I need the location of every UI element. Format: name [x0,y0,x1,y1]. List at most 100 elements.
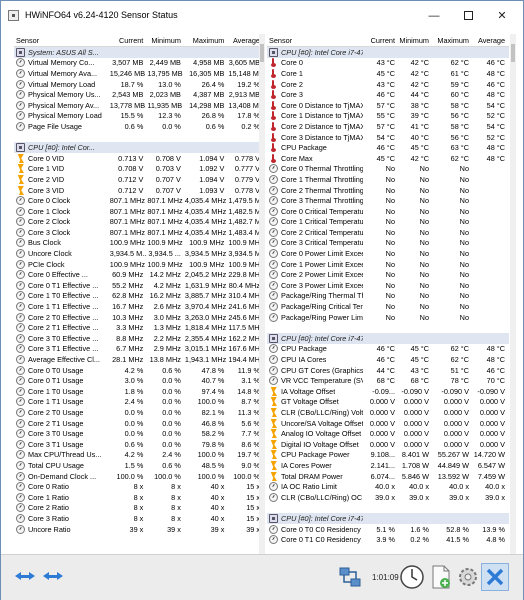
sensor-row[interactable]: Core 1 Ratio 8 x8 x 40 x 15 x [14,492,264,503]
network-button[interactable] [336,564,364,592]
left-scrollbar[interactable] [259,34,265,554]
sensor-row[interactable]: GT Voltage Offset 0.000 V 0.000 V 0.000 V 0.… [267,397,509,408]
sensor-row[interactable]: Core 3 Clock 807.1 MHz 807.1 MHz 4,035.4 MH… [14,227,264,238]
sensor-row[interactable]: Core 1 Clock 807.1 MHz 807.1 MHz 4,035.4 MH… [14,206,264,217]
sensor-row[interactable]: Core 1 Thermal Throttling No No No [267,174,509,185]
sensor-row[interactable]: VR VCC Temperature (SVID) 68 °C 68 °C 78 °C… [267,375,509,386]
sensor-row[interactable]: Core 0 Critical Temperature No No No [267,206,509,217]
sensor-group-header[interactable]: CPU [#0]: Intel Cor... [14,142,264,153]
sensor-row[interactable]: Total CPU Usage 1.5 % 0.6 % 48.5 % 9.0 % [14,460,264,471]
report-button[interactable] [427,563,455,591]
sensor-row[interactable]: Core 3 Power Limit Exceeded No No No [267,280,509,291]
sensor-row[interactable]: Core 3 Distance to TjMAX 54 °C 40 °C 56 °C 5… [267,132,509,143]
sensor-row[interactable]: Core Max 45 °C 42 °C 62 °C 48 °C [267,153,509,164]
sensor-row[interactable]: Core 3 T0 Usage 0.0 % 0.0 % 58.2 % 7.7 % [14,428,264,439]
sensor-row[interactable]: Core 1 Critical Temperature No No No [267,217,509,228]
sensor-row[interactable]: Core 1 T1 Usage 2.4 % 0.0 % 100.0 % 8.7 % [14,397,264,408]
sensor-row[interactable]: Core 0 Ratio 8 x8 x 40 x 15 x [14,481,264,492]
sensor-row[interactable]: Core 0 Clock 807.1 MHz 807.1 MHz 4,035.4 MH… [14,195,264,206]
header-sensor[interactable]: Sensor [267,34,363,46]
sensor-row[interactable]: Physical Memory Us... 2,543 MB 2,023 MB 4,3… [14,89,264,100]
header-maximum[interactable]: Maximum [185,34,228,46]
header-average[interactable]: Average [473,34,509,46]
sensor-row[interactable]: Core 1 Distance to TjMAX 55 °C 39 °C 56 °C 5… [267,111,509,122]
sensor-row[interactable]: Uncore/SA Voltage Offset 0.000 V 0.000 V 0.… [267,418,509,429]
sensor-row[interactable]: CPU GT Cores (Graphics) 44 °C 43 °C 51 °C 46… [267,365,509,376]
sensor-row[interactable]: Core 0 T0 Usage 4.2 % 0.6 % 47.8 % 11.9 % [14,365,264,376]
sensor-row[interactable]: Core 2 Clock 807.1 MHz 807.1 MHz 4,035.4 MH… [14,217,264,228]
sensor-row[interactable]: Core 1 T0 Effective ... 62.8 MHz 16.2 MHz 3… [14,291,264,302]
maximize-button[interactable] [452,1,484,30]
sensor-row[interactable]: Virtual Memory Ava... 15,246 MB 13,795 MB 1… [14,68,264,79]
sensor-row[interactable]: Digital IO Voltage Offset 0.000 V 0.000 V 0… [267,439,509,450]
sensor-row[interactable]: CLR (CBo/LLC/Ring) Voltag... 0.000 V 0.000… [267,407,509,418]
sensor-row[interactable]: Core 0 T0 C0 Residency 5.1 % 1.6 % 52.8 % 13… [267,524,509,535]
sensor-row[interactable]: Core 3 VID 0.712 V 0.707 V 1.093 V 0.778 V [14,185,264,196]
sensor-row[interactable]: Core 2 Critical Temperature No No No [267,227,509,238]
sensor-row[interactable]: Core 0 T1 Usage 3.0 % 0.0 % 40.7 % 3.1 % [14,375,264,386]
sensor-group-header[interactable]: System: ASUS All S... [14,47,264,58]
sensor-group-header[interactable]: CPU [#0]: Intel Core i7-47... [267,513,509,524]
sensor-row[interactable]: Core 0 Power Limit Exceeded No No No [267,248,509,259]
header-minimum[interactable]: Minimum [147,34,185,46]
sensor-row[interactable]: Core 1 T1 Effective ... 16.7 MHz 2.6 MHz 3,… [14,301,264,312]
header-current[interactable]: Current [363,34,399,46]
sensor-row[interactable]: Core 2 Power Limit Exceeded No No No [267,269,509,280]
sensor-row[interactable]: Core 0 43 °C 42 °C 62 °C 46 °C [267,58,509,69]
sensor-row[interactable]: Core 3 Thermal Throttling No No No [267,195,509,206]
sensor-row[interactable]: Core 0 Effective ... 60.9 MHz 14.2 MHz 2,04… [14,269,264,280]
sensor-row[interactable]: Average Effective Cl... 28.1 MHz 13.8 MHz 1… [14,354,264,365]
sensor-row[interactable]: IA OC Ratio Limit 40.0 x 40.0 x 40.0 x 40.0 … [267,481,509,492]
sensor-row[interactable]: Core 3 T1 Effective ... 6.7 MHz 2.9 MHz 3,0… [14,344,264,355]
sensor-row[interactable]: CPU IA Cores 46 °C 45 °C 62 °C 48 °C [267,354,509,365]
sensor-row[interactable]: Package/Ring Critical Tem... No No No [267,301,509,312]
sensor-row[interactable]: Core 2 VID 0.712 V 0.707 V 1.094 V 0.779 V [14,174,264,185]
sensor-row[interactable]: CPU Package 46 °C 45 °C 63 °C 48 °C [267,142,509,153]
minimize-button[interactable]: — [418,1,450,30]
sensor-row[interactable]: Page File Usage 0.6 % 0.0 % 0.6 % 0.2 % [14,121,264,132]
sensor-row[interactable]: IA Cores Power 2.141... 1.708 W 44.849 W 6.5… [267,460,509,471]
sensor-row[interactable]: Package/Ring Thermal Thr... No No No [267,291,509,302]
sensor-row[interactable]: Uncore Ratio 39 x 39 x 39 x 39 x [14,524,264,535]
header-sensor[interactable]: Sensor [14,34,110,46]
sensor-row[interactable]: Core 2 Ratio 8 x8 x 40 x 15 x [14,503,264,514]
sensor-row[interactable]: On-Demand Clock ... 100.0 % 100.0 % 100.0 %… [14,471,264,482]
sensor-row[interactable]: CLR (CBo/LLC/Ring) OC Ra... 39.0 x 39.0 x 3… [267,492,509,503]
clock-button[interactable] [398,563,426,591]
sensor-row[interactable]: IA Voltage Offset -0.09... -0.090 V -0.090 … [267,386,509,397]
sensor-row[interactable]: CPU Package 46 °C 45 °C 62 °C 48 °C [267,344,509,355]
sensor-row[interactable]: Physical Memory Av... 13,778 MB 11,935 MB 1… [14,100,264,111]
sensor-row[interactable]: Core 1 VID 0.708 V 0.703 V 1.092 V 0.777 V [14,164,264,175]
sensor-row[interactable]: Virtual Memory Co... 3,507 MB 2,449 MB 4,95… [14,58,264,69]
sensor-row[interactable]: Total DRAM Power 6.074... 5.846 W 13.592 W 7… [267,471,509,482]
sensor-row[interactable]: Physical Memory Load 15.5 % 12.3 % 26.8 % 17… [14,111,264,122]
left-scroll-thumb[interactable] [260,44,264,62]
close-button[interactable]: ✕ [486,1,518,30]
collapse-right-button[interactable] [43,565,67,589]
sensor-row[interactable]: CPU Package Power 9.108... 8.401 W 55.267 W… [267,450,509,461]
sensor-row[interactable]: Core 2 Distance to TjMAX 57 °C 41 °C 58 °C 5… [267,121,509,132]
sensor-row[interactable]: Core 2 T1 Usage 0.0 % 0.0 % 46.8 % 5.6 % [14,418,264,429]
sensor-row[interactable]: Core 0 T1 Effective ... 55.2 MHz 4.2 MHz 1,… [14,280,264,291]
settings-button[interactable] [454,563,482,591]
sensor-row[interactable]: Core 2 T0 Effective ... 10.3 MHz 3.0 MHz 3,… [14,312,264,323]
header-current[interactable]: Current [110,34,148,46]
sensor-row[interactable]: Core 2 Thermal Throttling No No No [267,185,509,196]
sensor-row[interactable]: Uncore Clock 3,934.5 M... 3,934.5 ... 3,934… [14,248,264,259]
sensor-row[interactable]: Core 0 Distance to TjMAX 57 °C 38 °C 58 °C 5… [267,100,509,111]
sensor-row[interactable]: Core 2 T1 Effective ... 3.3 MHz 1.3 MHz 1,8… [14,322,264,333]
right-scrollbar[interactable] [510,34,516,554]
sensor-row[interactable]: Core 1 45 °C 42 °C 61 °C 48 °C [267,68,509,79]
sensor-row[interactable]: Core 0 Thermal Throttling No No No [267,164,509,175]
exit-button[interactable] [481,563,509,591]
sensor-row[interactable]: PCIe Clock 100.9 MHz 100.9 MHz 100.9 MHz 100… [14,259,264,270]
sensor-row[interactable]: Core 2 43 °C 42 °C 59 °C 46 °C [267,79,509,90]
right-scroll-thumb[interactable] [511,44,515,62]
collapse-left-button[interactable] [15,565,39,589]
sensor-row[interactable]: Core 3 Ratio 8 x8 x 40 x 15 x [14,513,264,524]
sensor-row[interactable]: Bus Clock 100.9 MHz 100.9 MHz 100.9 MHz 100.… [14,238,264,249]
sensor-row[interactable]: Core 3 46 °C 44 °C 60 °C 48 °C [267,89,509,100]
header-minimum[interactable]: Minimum [399,34,433,46]
sensor-group-header[interactable]: CPU [#0]: Intel Core i7-47... [267,47,509,58]
sensor-row[interactable]: Core 2 T0 Usage 0.0 % 0.0 % 82.1 % 11.3 % [14,407,264,418]
